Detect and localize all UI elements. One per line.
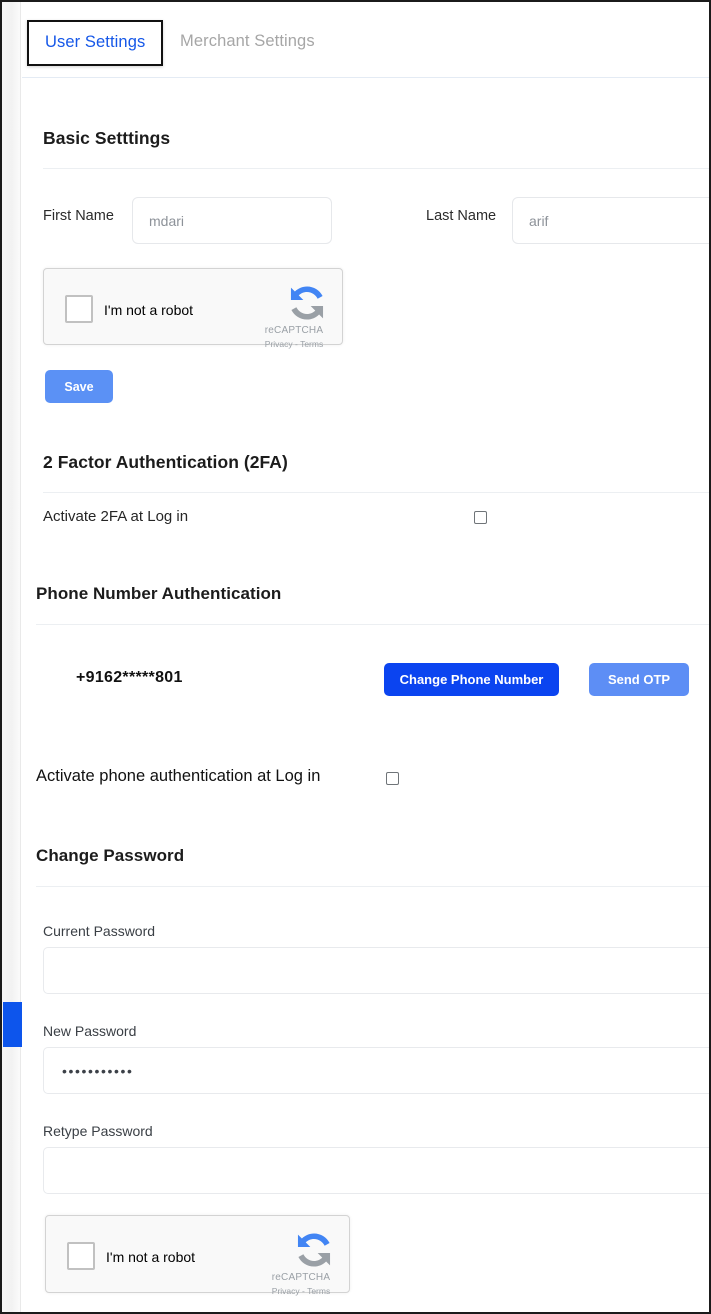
vertical-scrollbar-thumb[interactable]	[3, 1002, 22, 1047]
recaptcha-label: I'm not a robot	[104, 302, 194, 318]
activate-2fa-label: Activate 2FA at Log in	[43, 508, 189, 525]
retype-password-label: Retype Password	[43, 1123, 153, 1139]
new-password-input[interactable]	[43, 1047, 709, 1094]
activate-phone-auth-label: Activate phone authentication at Log in	[36, 767, 321, 785]
app-window: User Settings Merchant Settings Basic Se…	[0, 0, 711, 1314]
tab-merchant-settings[interactable]: Merchant Settings	[180, 32, 315, 51]
recaptcha-label: I'm not a robot	[106, 1249, 196, 1265]
send-otp-button[interactable]: Send OTP	[589, 663, 689, 696]
phone-auth-title: Phone Number Authentication	[36, 584, 282, 603]
basic-settings-divider	[43, 168, 709, 169]
current-password-input[interactable]	[43, 947, 709, 994]
retype-password-input[interactable]	[43, 1147, 709, 1194]
current-password-label: Current Password	[43, 923, 156, 939]
recaptcha-widget-password[interactable]: I'm not a robot reCAPTCHA Privacy - Term…	[45, 1215, 350, 1296]
phone-number-value: +9162*****801	[76, 669, 183, 686]
last-name-input[interactable]	[512, 197, 709, 244]
activate-2fa-checkbox[interactable]	[474, 511, 487, 524]
recaptcha-checkbox[interactable]	[65, 295, 93, 323]
first-name-label: First Name	[43, 208, 114, 224]
change-password-divider	[36, 886, 709, 887]
recaptcha-brand: reCAPTCHA	[264, 325, 324, 336]
activate-phone-auth-checkbox[interactable]	[386, 772, 399, 785]
recaptcha-legal: Privacy - Terms	[264, 339, 324, 349]
save-button[interactable]: Save	[45, 370, 113, 403]
tab-user-settings[interactable]: User Settings	[27, 20, 164, 66]
settings-tabbar: User Settings Merchant Settings	[22, 2, 709, 78]
change-password-title: Change Password	[36, 846, 185, 865]
change-phone-number-button[interactable]: Change Phone Number	[384, 663, 559, 696]
recaptcha-brand: reCAPTCHA	[271, 1272, 331, 1283]
recaptcha-checkbox[interactable]	[67, 1242, 95, 1270]
two-factor-divider	[43, 492, 709, 493]
new-password-label: New Password	[43, 1023, 137, 1039]
first-name-input[interactable]	[132, 197, 332, 244]
basic-settings-title: Basic Setttings	[43, 128, 171, 148]
recaptcha-logo-icon	[290, 286, 324, 320]
last-name-label: Last Name	[426, 208, 497, 224]
vertical-scrollbar-track[interactable]	[2, 2, 22, 1312]
two-factor-title: 2 Factor Authentication (2FA)	[43, 452, 288, 472]
phone-auth-divider	[36, 624, 709, 625]
recaptcha-legal: Privacy - Terms	[271, 1286, 331, 1296]
settings-page: User Settings Merchant Settings Basic Se…	[22, 2, 709, 1312]
recaptcha-widget-basic[interactable]: I'm not a robot reCAPTCHA Privacy - Term…	[43, 268, 343, 349]
recaptcha-logo-icon	[297, 1233, 331, 1267]
